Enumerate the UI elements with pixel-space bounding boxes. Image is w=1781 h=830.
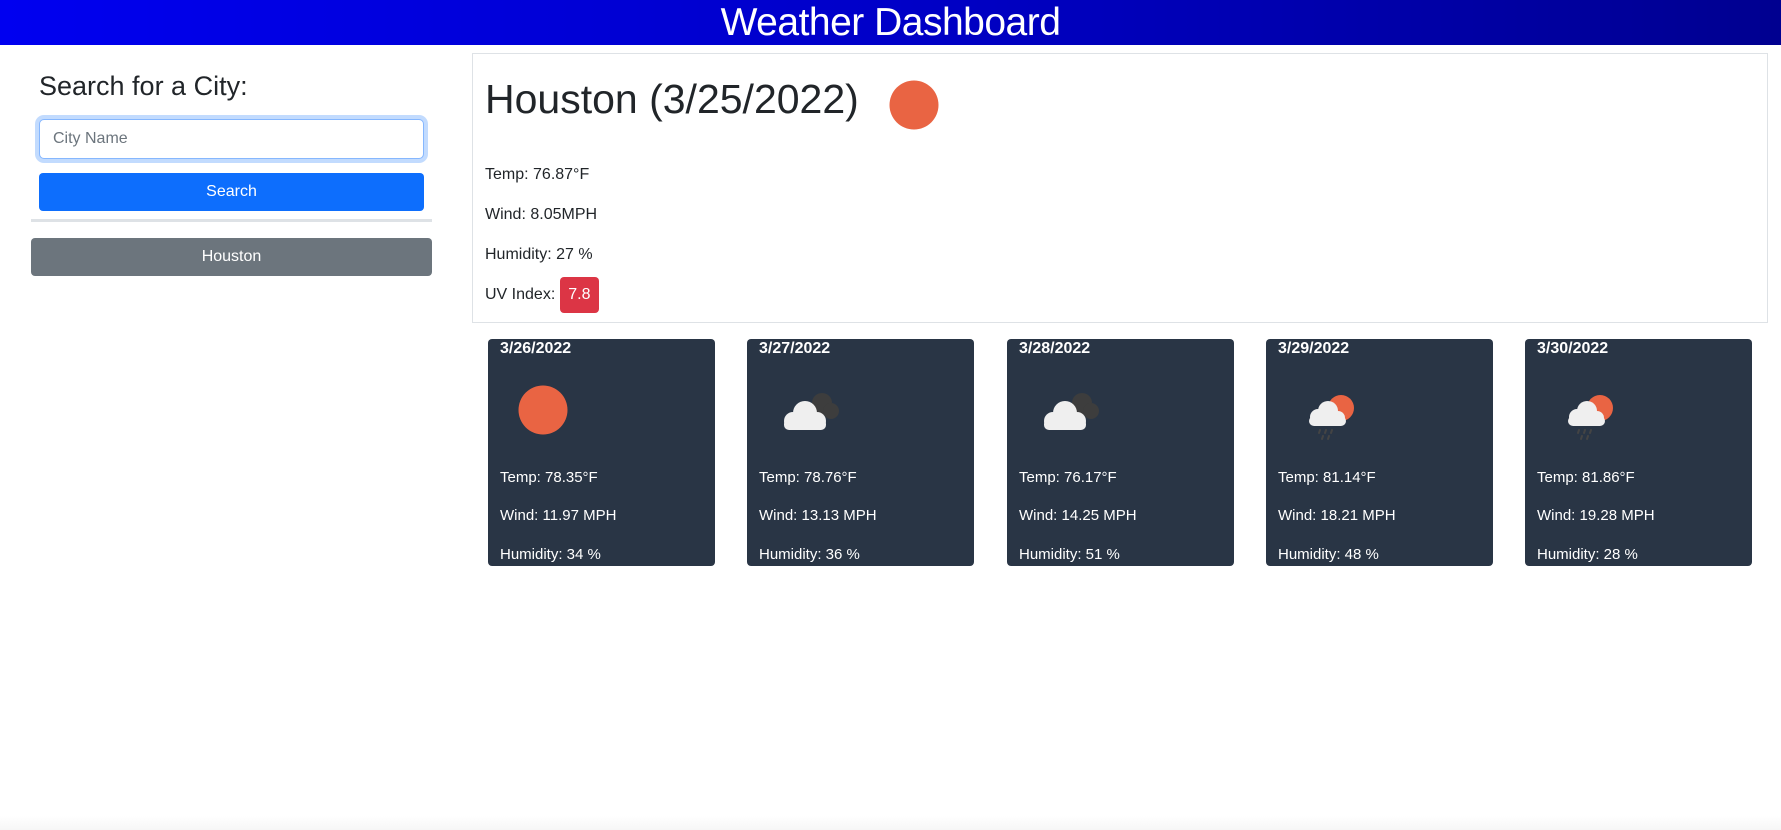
history-button-houston[interactable]: Houston xyxy=(31,238,432,276)
forecast-wind: Wind: 18.21 MPH xyxy=(1278,507,1396,524)
forecast-humidity: Humidity: 51 % xyxy=(1019,546,1120,563)
forecast-humidity: Humidity: 28 % xyxy=(1537,546,1638,563)
forecast-temp: Temp: 78.35°F xyxy=(500,469,598,486)
forecast-temp: Temp: 76.17°F xyxy=(1019,469,1117,486)
current-humidity: Humidity: 27 % xyxy=(485,246,593,263)
forecast-date: 3/30/2022 xyxy=(1537,340,1609,357)
forecast-temp: Temp: 81.14°F xyxy=(1278,469,1376,486)
current-uv-row: UV Index: 7.8 xyxy=(485,277,599,313)
search-button[interactable]: Search xyxy=(39,173,424,211)
forecast-date: 3/27/2022 xyxy=(759,340,831,357)
forecast-humidity: Humidity: 36 % xyxy=(759,546,860,563)
sun-rain-icon xyxy=(1568,395,1613,440)
sun-rain-icon xyxy=(1309,395,1354,440)
forecast-card: 3/27/2022 Temp: 78.76°F Wind: 13.13 MPH … xyxy=(747,339,974,566)
forecast-card: 3/26/2022 Temp: 78.35°F Wind: 11.97 MPH … xyxy=(488,339,715,566)
city-search-input[interactable] xyxy=(39,119,424,159)
app-title: Weather Dashboard xyxy=(720,1,1061,44)
current-wind: Wind: 8.05MPH xyxy=(485,206,598,223)
bottom-edge-shadow xyxy=(0,816,1781,830)
forecast-card: 3/28/2022 Temp: 76.17°F Wind: 14.25 MPH … xyxy=(1007,339,1234,566)
search-heading: Search for a City: xyxy=(39,71,248,101)
current-city-title: Houston (3/25/2022) xyxy=(485,76,859,122)
forecast-date: 3/29/2022 xyxy=(1278,340,1350,357)
sidebar-divider xyxy=(31,219,432,222)
forecast-temp: Temp: 81.86°F xyxy=(1537,469,1635,486)
forecast-wind: Wind: 13.13 MPH xyxy=(759,507,877,524)
forecast-card: 3/30/2022 Temp: 81.86°F Wind: 19.28 MPH … xyxy=(1525,339,1752,566)
cloudy-icon xyxy=(784,393,839,430)
app-header: Weather Dashboard xyxy=(0,0,1781,45)
uv-index-badge: 7.8 xyxy=(560,277,599,313)
current-temp: Temp: 76.87°F xyxy=(485,166,590,183)
forecast-temp: Temp: 78.76°F xyxy=(759,469,857,486)
forecast-humidity: Humidity: 34 % xyxy=(500,546,601,563)
forecast-wind: Wind: 11.97 MPH xyxy=(500,507,617,524)
forecast-date: 3/26/2022 xyxy=(500,340,572,357)
forecast-wind: Wind: 19.28 MPH xyxy=(1537,507,1655,524)
cloudy-icon xyxy=(1044,393,1099,430)
uv-label: UV Index: xyxy=(485,286,556,303)
forecast-humidity: Humidity: 48 % xyxy=(1278,546,1379,563)
current-weather-panel: Houston (3/25/2022) Temp: 76.87°F Wind: … xyxy=(472,53,1768,323)
sun-icon xyxy=(518,385,568,435)
sun-icon xyxy=(889,80,939,130)
forecast-date: 3/28/2022 xyxy=(1019,340,1091,357)
forecast-wind: Wind: 14.25 MPH xyxy=(1019,507,1137,524)
forecast-card: 3/29/2022 Temp: 81.14°F Wind: 18.21 MPH … xyxy=(1266,339,1493,566)
